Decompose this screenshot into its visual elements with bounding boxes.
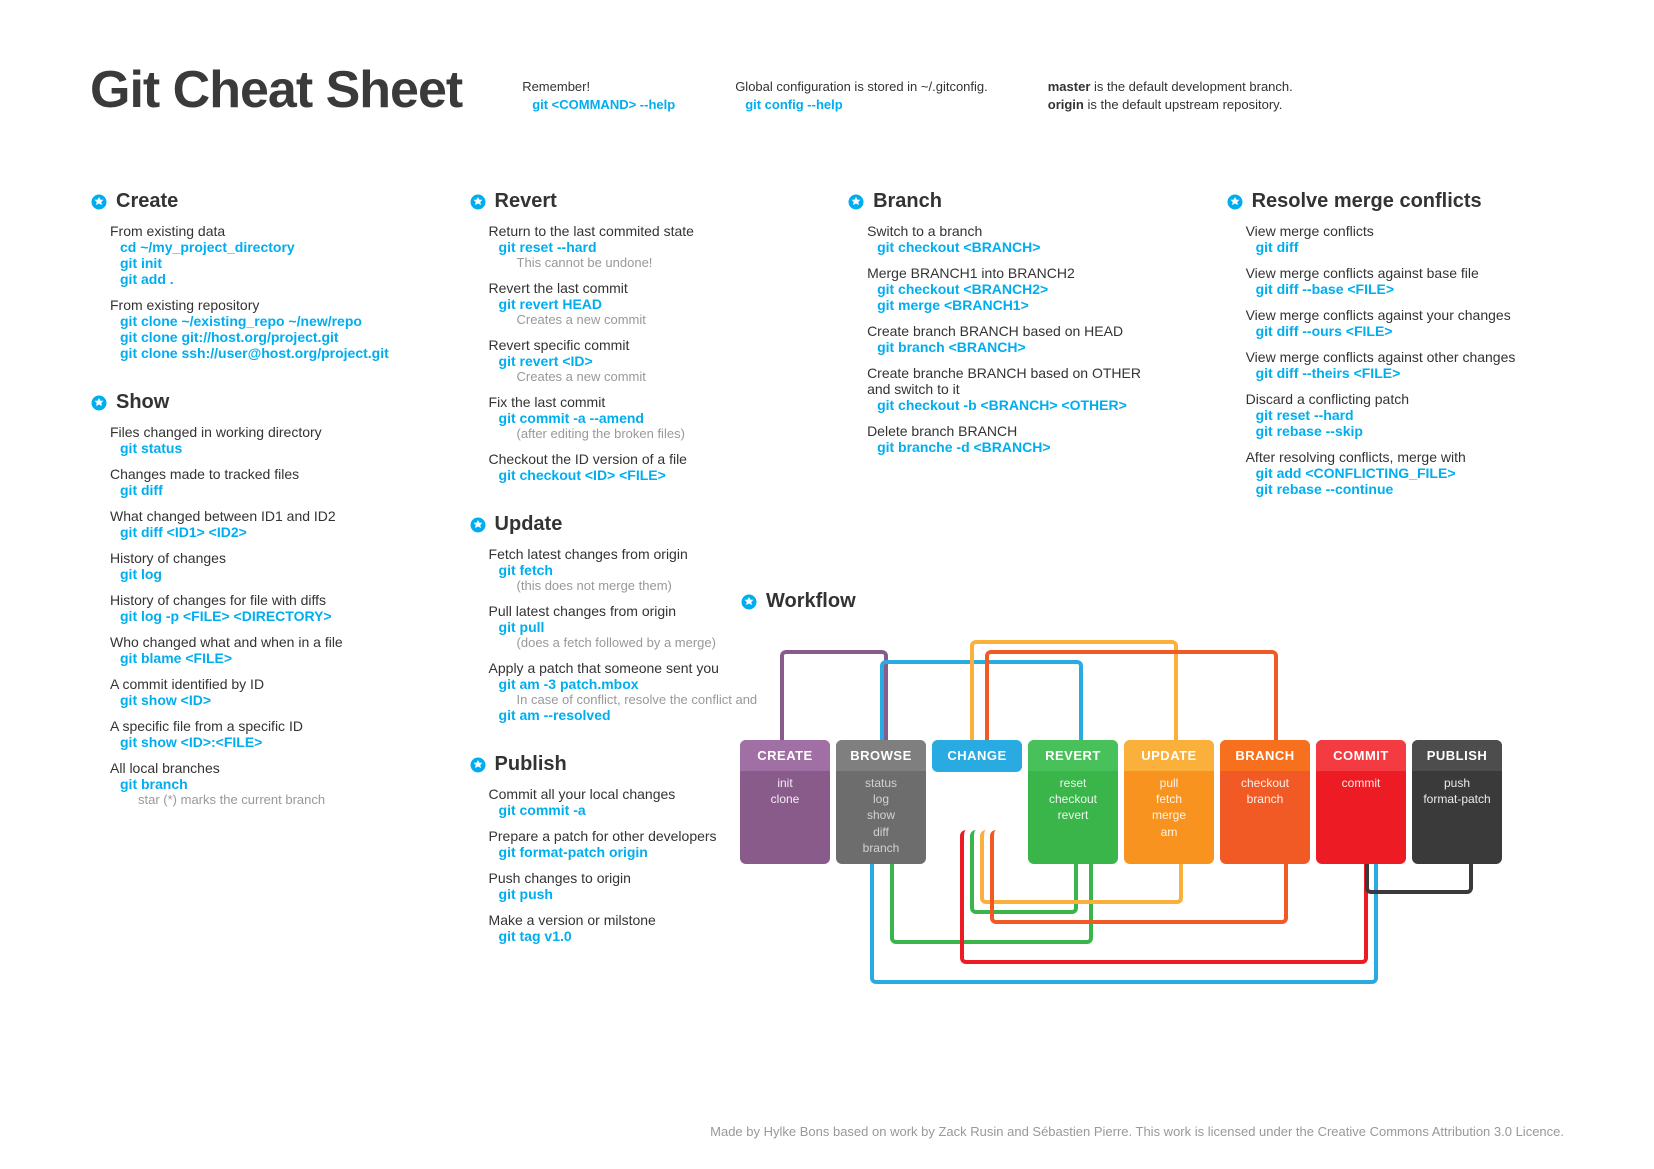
origin-bold: origin xyxy=(1048,97,1084,112)
col-1: Create From existing data cd ~/my_projec… xyxy=(90,160,399,954)
resolve-diff: View merge conflictsgit diff xyxy=(1246,223,1564,255)
branch-delete: Delete branch BRANCHgit branche -d <BRAN… xyxy=(867,423,1156,455)
remember-cmd: git <COMMAND> --help xyxy=(532,97,675,112)
wf-box-browse: BROWSEstatuslogshowdiffbranch xyxy=(836,740,926,864)
wf-box-revert: REVERTresetcheckoutrevert xyxy=(1028,740,1118,864)
resolve-discard: Discard a conflicting patchgit reset --h… xyxy=(1246,391,1564,439)
col-2: Revert Return to the last commited state… xyxy=(469,160,778,954)
page-title: Git Cheat Sheet xyxy=(90,60,522,120)
gear-icon xyxy=(740,593,758,611)
arc-create-browse xyxy=(780,650,888,754)
revert-heading: Revert xyxy=(469,190,778,213)
resolve-after: After resolving conflicts, merge withgit… xyxy=(1246,449,1564,497)
wf-box-branch: BRANCHcheckoutbranch xyxy=(1220,740,1310,864)
revert-head: Revert the last commitgit revert HEADCre… xyxy=(489,280,778,327)
revert-reset: Return to the last commited stategit res… xyxy=(489,223,778,270)
arc-change-branch xyxy=(985,650,1278,754)
global-label: Global configuration is stored in ~/.git… xyxy=(735,79,988,94)
branch-heading: Branch xyxy=(847,190,1156,213)
gear-icon xyxy=(90,394,108,412)
wf-box-update: UPDATEpullfetchmergeam xyxy=(1124,740,1214,864)
branch-create-switch: Create branche BRANCH based on OTHER and… xyxy=(867,365,1156,413)
update-am: Apply a patch that someone sent yougit a… xyxy=(489,660,778,723)
publish-patch: Prepare a patch for other developersgit … xyxy=(489,828,778,860)
show-commit: A commit identified by IDgit show <ID> xyxy=(110,676,399,708)
publish-heading: Publish xyxy=(469,753,778,776)
gear-icon xyxy=(847,193,865,211)
gear-icon xyxy=(469,516,487,534)
header: Git Cheat Sheet Remember! git <COMMAND> … xyxy=(90,60,1564,120)
revert-amend: Fix the last commitgit commit -a --amend… xyxy=(489,394,778,441)
branch-merge: Merge BRANCH1 into BRANCH2git checkout <… xyxy=(867,265,1156,313)
show-log: History of changesgit log xyxy=(110,550,399,582)
resolve-base: View merge conflicts against base filegi… xyxy=(1246,265,1564,297)
global-cmd: git config --help xyxy=(745,97,842,112)
gear-icon xyxy=(469,756,487,774)
gear-icon xyxy=(90,193,108,211)
show-log-p: History of changes for file with diffsgi… xyxy=(110,592,399,624)
revert-id: Revert specific commitgit revert <ID>Cre… xyxy=(489,337,778,384)
resolve-heading: Resolve merge conflicts xyxy=(1226,190,1564,213)
publish-push: Push changes to origingit push xyxy=(489,870,778,902)
update-heading: Update xyxy=(469,513,778,536)
footer-attribution: Made by Hylke Bons based on work by Zack… xyxy=(710,1124,1564,1139)
show-blame: Who changed what and when in a filegit b… xyxy=(110,634,399,666)
master-bold: master xyxy=(1048,79,1091,94)
remember-label: Remember! xyxy=(522,79,590,94)
update-fetch: Fetch latest changes from origingit fetc… xyxy=(489,546,778,593)
show-diff: Changes made to tracked filesgit diff xyxy=(110,466,399,498)
create-existing-repo: From existing repository git clone ~/exi… xyxy=(110,297,399,361)
gear-icon xyxy=(1226,193,1244,211)
revert-checkout: Checkout the ID version of a filegit che… xyxy=(489,451,778,483)
update-pull: Pull latest changes from origingit pull(… xyxy=(489,603,778,650)
branch-create: Create branch BRANCH based on HEADgit br… xyxy=(867,323,1156,355)
defaults-note: master is the default development branch… xyxy=(1048,78,1293,114)
wf-box-publish: PUBLISHpushformat-patch xyxy=(1412,740,1502,864)
create-existing-data: From existing data cd ~/my_project_direc… xyxy=(110,223,399,287)
wf-box-commit: COMMITcommit xyxy=(1316,740,1406,864)
create-heading: Create xyxy=(90,190,399,213)
wf-box-create: CREATEinitclone xyxy=(740,740,830,864)
workflow-diagram: Workflow CREATEinitclone BROWSEstatuslog… xyxy=(740,590,1560,1090)
branch-switch: Switch to a branchgit checkout <BRANCH> xyxy=(867,223,1156,255)
workflow-heading: Workflow xyxy=(740,590,856,613)
resolve-ours: View merge conflicts against your change… xyxy=(1246,307,1564,339)
resolve-theirs: View merge conflicts against other chang… xyxy=(1246,349,1564,381)
show-heading: Show xyxy=(90,391,399,414)
global-note: Global configuration is stored in ~/.git… xyxy=(735,78,988,114)
publish-tag: Make a version or milstonegit tag v1.0 xyxy=(489,912,778,944)
publish-commit: Commit all your local changesgit commit … xyxy=(489,786,778,818)
gear-icon xyxy=(469,193,487,211)
wf-box-change: CHANGE xyxy=(932,740,1022,772)
show-branches: All local branchesgit branchstar (*) mar… xyxy=(110,760,399,807)
show-diff-ids: What changed between ID1 and ID2git diff… xyxy=(110,508,399,540)
master-text: is the default development branch. xyxy=(1090,79,1292,94)
show-status: Files changed in working directorygit st… xyxy=(110,424,399,456)
remember-note: Remember! git <COMMAND> --help xyxy=(522,78,675,114)
origin-text: is the default upstream repository. xyxy=(1084,97,1282,112)
show-file: A specific file from a specific IDgit sh… xyxy=(110,718,399,750)
